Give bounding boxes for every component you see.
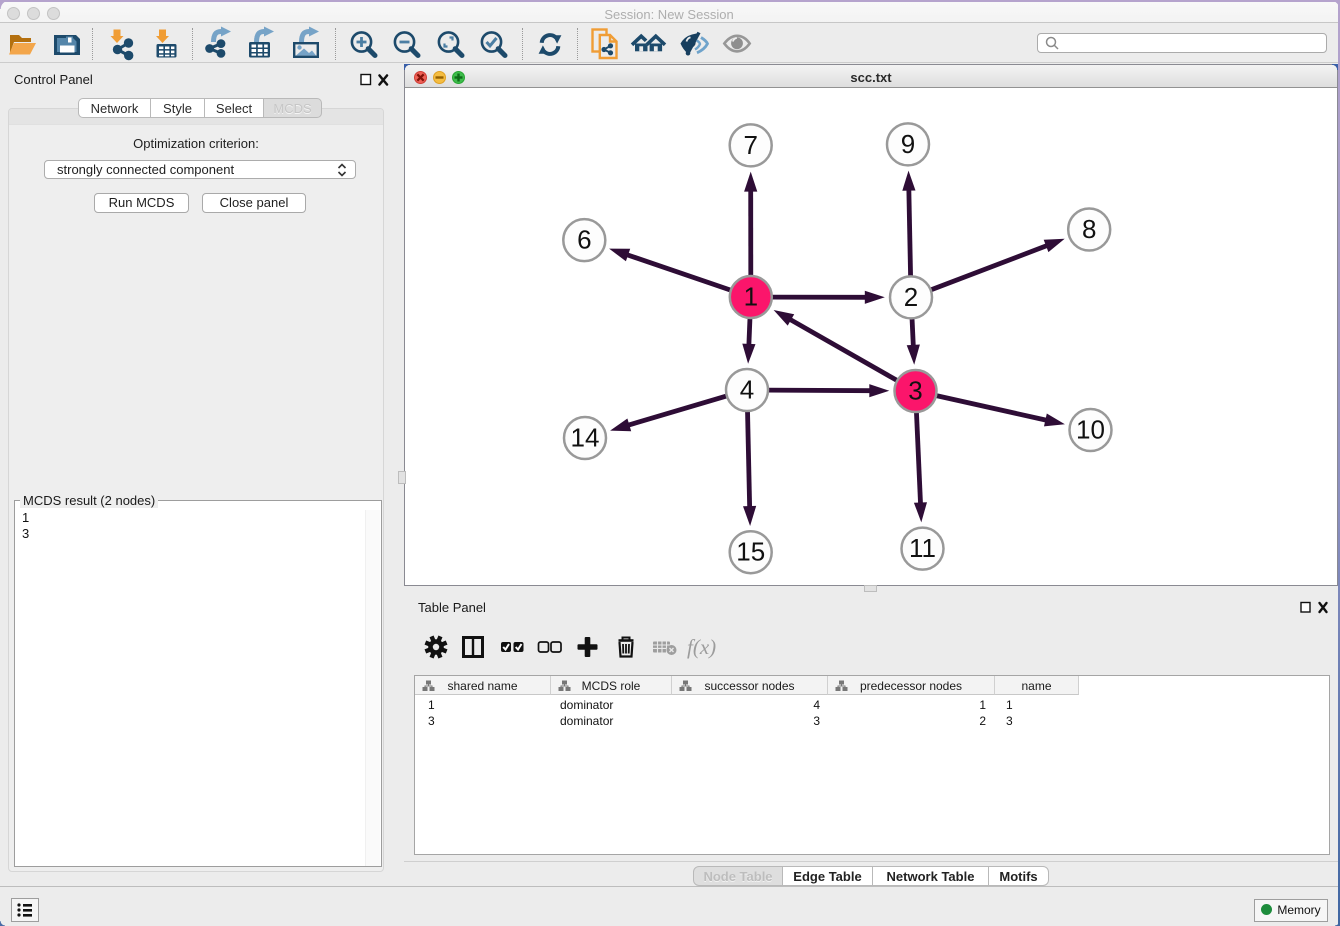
svg-text:3: 3 (908, 376, 922, 406)
svg-text:15: 15 (736, 537, 765, 567)
svg-text:7: 7 (743, 130, 757, 160)
svg-text:4: 4 (740, 375, 754, 405)
svg-text:9: 9 (901, 129, 915, 159)
svg-text:11: 11 (909, 533, 936, 563)
svg-text:8: 8 (1082, 214, 1096, 244)
svg-text:14: 14 (571, 423, 600, 453)
svg-text:6: 6 (577, 225, 591, 255)
svg-text:2: 2 (904, 282, 918, 312)
svg-text:1: 1 (744, 282, 758, 312)
svg-text:f(x): f(x) (687, 635, 716, 659)
svg-text:10: 10 (1076, 415, 1105, 445)
